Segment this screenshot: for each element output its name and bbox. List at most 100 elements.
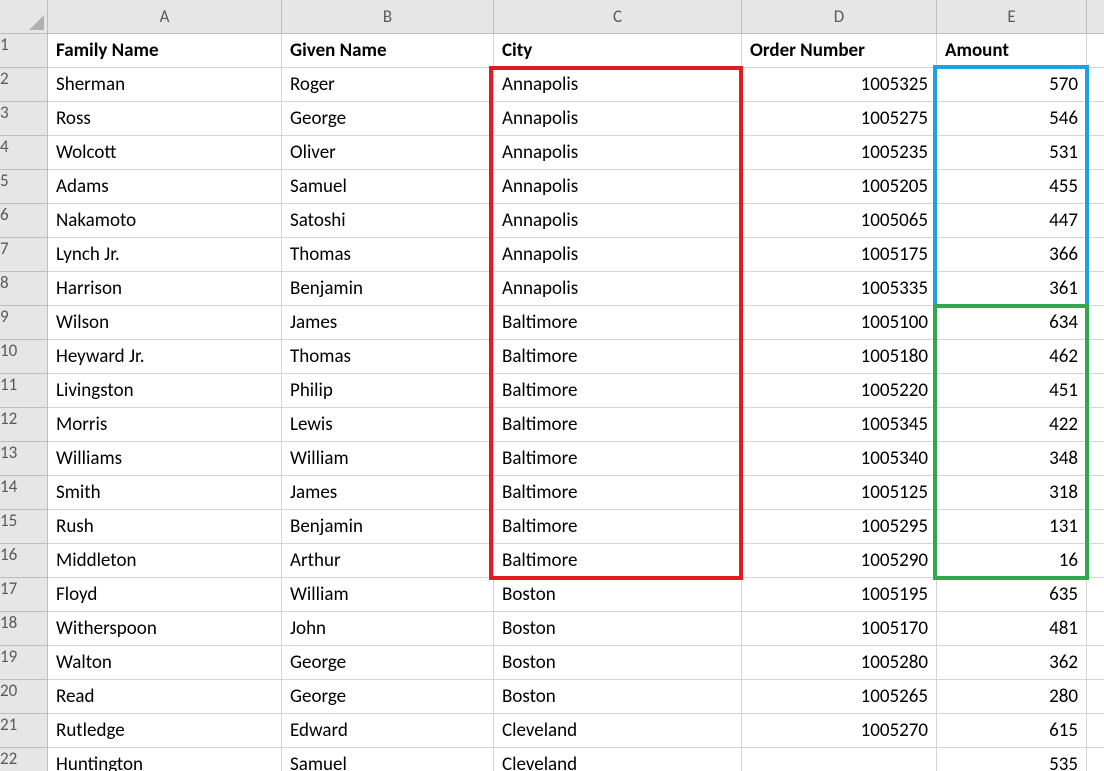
cell-order[interactable]: 1005345 xyxy=(742,408,937,442)
cell-amount[interactable]: 447 xyxy=(937,204,1087,238)
cell-amount[interactable]: 462 xyxy=(937,340,1087,374)
cell-amount[interactable]: 635 xyxy=(937,578,1087,612)
cell-family[interactable]: Smith xyxy=(48,476,282,510)
cell-given[interactable]: Benjamin xyxy=(282,510,494,544)
cell-family[interactable]: Rush xyxy=(48,510,282,544)
cell-order[interactable]: 1005220 xyxy=(742,374,937,408)
cell-given[interactable]: Lewis xyxy=(282,408,494,442)
cell-amount[interactable]: 362 xyxy=(937,646,1087,680)
cell-A1[interactable]: Family Name xyxy=(48,34,282,68)
cell-city[interactable]: Annapolis xyxy=(494,272,742,306)
row-header[interactable]: 14 xyxy=(0,476,48,510)
cell-city[interactable]: Boston xyxy=(494,680,742,714)
cell-family[interactable]: Huntington xyxy=(48,748,282,771)
row-header[interactable]: 18 xyxy=(0,612,48,646)
cell-family[interactable]: Rutledge xyxy=(48,714,282,748)
cell-given[interactable]: Oliver xyxy=(282,136,494,170)
cell-city[interactable]: Baltimore xyxy=(494,510,742,544)
cell-city[interactable]: Annapolis xyxy=(494,170,742,204)
cell-order[interactable]: 1005335 xyxy=(742,272,937,306)
row-header[interactable]: 12 xyxy=(0,408,48,442)
cell-family[interactable]: Walton xyxy=(48,646,282,680)
cell-given[interactable]: James xyxy=(282,306,494,340)
cell-order[interactable]: 1005170 xyxy=(742,612,937,646)
cell-order[interactable]: 1005340 xyxy=(742,442,937,476)
cell-given[interactable]: Benjamin xyxy=(282,272,494,306)
col-header-A[interactable]: A xyxy=(48,0,282,34)
cell-order[interactable]: 1005325 xyxy=(742,68,937,102)
cell-city[interactable]: Baltimore xyxy=(494,340,742,374)
row-header[interactable]: 6 xyxy=(0,204,48,238)
row-header[interactable]: 16 xyxy=(0,544,48,578)
cell-given[interactable]: George xyxy=(282,102,494,136)
row-header[interactable]: 1 xyxy=(0,34,48,68)
col-header-B[interactable]: B xyxy=(282,0,494,34)
cell-given[interactable]: Philip xyxy=(282,374,494,408)
cell-B1[interactable]: Given Name xyxy=(282,34,494,68)
cell-city[interactable]: Boston xyxy=(494,612,742,646)
row-header[interactable]: 20 xyxy=(0,680,48,714)
cell-city[interactable]: Baltimore xyxy=(494,442,742,476)
cell-order[interactable]: 1005180 xyxy=(742,340,937,374)
cell-amount[interactable]: 615 xyxy=(937,714,1087,748)
cell-city[interactable]: Boston xyxy=(494,646,742,680)
cell-order[interactable]: 1005125 xyxy=(742,476,937,510)
cell-city[interactable]: Annapolis xyxy=(494,238,742,272)
cell-amount[interactable]: 318 xyxy=(937,476,1087,510)
row-header[interactable]: 19 xyxy=(0,646,48,680)
cell-city[interactable]: Baltimore xyxy=(494,374,742,408)
cell-given[interactable]: Roger xyxy=(282,68,494,102)
cell-order[interactable]: 1005175 xyxy=(742,238,937,272)
cell-given[interactable]: Arthur xyxy=(282,544,494,578)
cell-given[interactable]: George xyxy=(282,646,494,680)
row-header[interactable]: 7 xyxy=(0,238,48,272)
cell-amount[interactable]: 361 xyxy=(937,272,1087,306)
cell-D1[interactable]: Order Number xyxy=(742,34,937,68)
col-header-C[interactable]: C xyxy=(494,0,742,34)
cell-given[interactable]: Edward xyxy=(282,714,494,748)
row-header[interactable]: 10 xyxy=(0,340,48,374)
cell-family[interactable]: Ross xyxy=(48,102,282,136)
cell-order[interactable]: 1005280 xyxy=(742,646,937,680)
row-header[interactable]: 13 xyxy=(0,442,48,476)
cell-family[interactable]: Wilson xyxy=(48,306,282,340)
cell-amount[interactable]: 422 xyxy=(937,408,1087,442)
cell-amount[interactable]: 531 xyxy=(937,136,1087,170)
cell-order[interactable]: 1005265 xyxy=(742,680,937,714)
cell-amount[interactable]: 634 xyxy=(937,306,1087,340)
cell-family[interactable]: Read xyxy=(48,680,282,714)
cell-family[interactable]: Middleton xyxy=(48,544,282,578)
cell-amount[interactable]: 455 xyxy=(937,170,1087,204)
cell-family[interactable]: Floyd xyxy=(48,578,282,612)
row-header[interactable]: 22 xyxy=(0,748,48,771)
cell-city[interactable]: Baltimore xyxy=(494,306,742,340)
cell-family[interactable]: Morris xyxy=(48,408,282,442)
cell-city[interactable]: Cleveland xyxy=(494,748,742,771)
select-all-corner[interactable] xyxy=(0,0,48,34)
row-header[interactable]: 5 xyxy=(0,170,48,204)
cell-order[interactable]: 1005295 xyxy=(742,510,937,544)
row-header[interactable]: 11 xyxy=(0,374,48,408)
cell-order[interactable]: 1005065 xyxy=(742,204,937,238)
cell-order[interactable] xyxy=(742,748,937,771)
cell-family[interactable]: Adams xyxy=(48,170,282,204)
cell-given[interactable]: George xyxy=(282,680,494,714)
cell-order[interactable]: 1005290 xyxy=(742,544,937,578)
cell-C1[interactable]: City xyxy=(494,34,742,68)
cell-city[interactable]: Cleveland xyxy=(494,714,742,748)
grid[interactable]: A B C D E 1 Family Name Given Name City … xyxy=(0,0,1104,771)
cell-city[interactable]: Baltimore xyxy=(494,408,742,442)
cell-amount[interactable]: 348 xyxy=(937,442,1087,476)
cell-city[interactable]: Annapolis xyxy=(494,136,742,170)
cell-given[interactable]: William xyxy=(282,442,494,476)
cell-family[interactable]: Harrison xyxy=(48,272,282,306)
row-header[interactable]: 3 xyxy=(0,102,48,136)
cell-given[interactable]: William xyxy=(282,578,494,612)
cell-amount[interactable]: 481 xyxy=(937,612,1087,646)
cell-order[interactable]: 1005100 xyxy=(742,306,937,340)
row-header[interactable]: 17 xyxy=(0,578,48,612)
cell-given[interactable]: Thomas xyxy=(282,340,494,374)
cell-amount[interactable]: 570 xyxy=(937,68,1087,102)
cell-family[interactable]: Heyward Jr. xyxy=(48,340,282,374)
cell-city[interactable]: Boston xyxy=(494,578,742,612)
